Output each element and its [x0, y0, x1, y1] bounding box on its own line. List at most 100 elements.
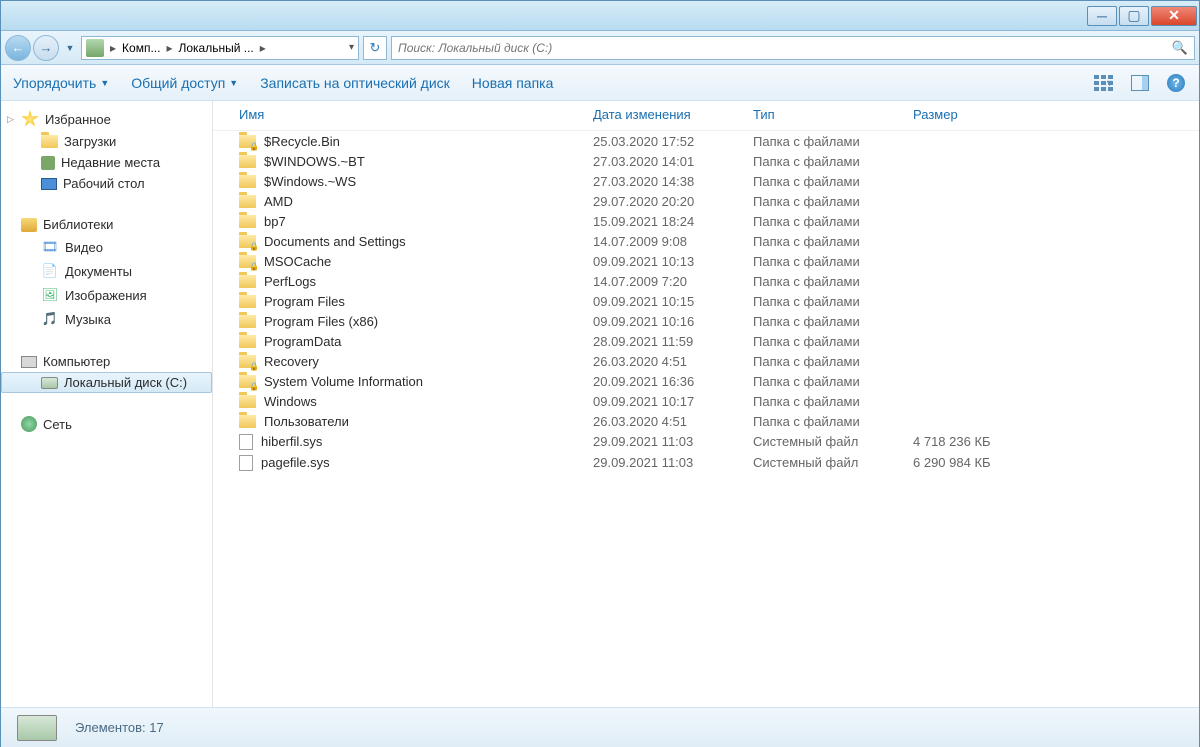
file-name: PerfLogs — [264, 274, 316, 289]
file-row[interactable]: AMD29.07.2020 20:20Папка с файлами — [213, 191, 1199, 211]
file-row[interactable]: ProgramData28.09.2021 11:59Папка с файла… — [213, 331, 1199, 351]
breadcrumb-computer[interactable]: Комп... — [122, 41, 160, 55]
sidebar-favorites-head[interactable]: ▷Избранное — [1, 107, 212, 131]
search-box[interactable]: 🔍 — [391, 36, 1195, 60]
file-row[interactable]: pagefile.sys29.09.2021 11:03Системный фа… — [213, 452, 1199, 473]
navbar: ← → ▼ ▸ Комп... ▸ Локальный ... ▸ ▾ ↻ 🔍 — [1, 31, 1199, 65]
sidebar-computer-head[interactable]: Компьютер — [1, 351, 212, 372]
image-icon: 🖼 — [41, 286, 59, 304]
chevron-down-icon: ▼ — [229, 78, 238, 88]
breadcrumb-drive[interactable]: Локальный ... — [178, 41, 253, 55]
file-type: Папка с файлами — [753, 254, 913, 269]
file-name: AMD — [264, 194, 293, 209]
file-date: 25.03.2020 17:52 — [593, 134, 753, 149]
folder-lock-icon — [239, 355, 256, 368]
sidebar-images[interactable]: 🖼Изображения — [1, 283, 212, 307]
preview-pane-button[interactable] — [1129, 72, 1151, 94]
file-icon — [239, 434, 253, 450]
sidebar-network-head[interactable]: Сеть — [1, 413, 212, 435]
folder-lock-icon — [239, 255, 256, 268]
file-type: Папка с файлами — [753, 214, 913, 229]
file-name: Recovery — [264, 354, 319, 369]
help-icon: ? — [1167, 74, 1185, 92]
column-size[interactable]: Размер — [913, 107, 958, 122]
newfolder-button[interactable]: Новая папка — [472, 75, 554, 91]
nav-back-button[interactable]: ← — [5, 35, 31, 61]
file-type: Папка с файлами — [753, 154, 913, 169]
file-type: Папка с файлами — [753, 394, 913, 409]
file-row[interactable]: System Volume Information20.09.2021 16:3… — [213, 371, 1199, 391]
sidebar-downloads[interactable]: Загрузки — [1, 131, 212, 152]
file-date: 09.09.2021 10:17 — [593, 394, 753, 409]
folder-lock-icon — [239, 135, 256, 148]
file-date: 20.09.2021 16:36 — [593, 374, 753, 389]
minimize-button[interactable]: ─ — [1087, 6, 1117, 26]
file-row[interactable]: $WINDOWS.~BT 27.03.2020 14:01Папка с файл… — [213, 151, 1199, 171]
search-input[interactable] — [398, 41, 1172, 55]
file-list: Имя Дата изменения Тип Размер $Recycle.B… — [213, 101, 1199, 707]
file-date: 14.07.2009 9:08 — [593, 234, 753, 249]
folder-icon — [239, 335, 256, 348]
search-icon[interactable]: 🔍 — [1172, 40, 1188, 56]
file-row[interactable]: Windows09.09.2021 10:17Папка с файлами — [213, 391, 1199, 411]
sidebar-video[interactable]: 🎞Видео — [1, 235, 212, 259]
sidebar-desktop[interactable]: Рабочий стол — [1, 173, 212, 194]
titlebar: ─ ▢ ✕ — [1, 1, 1199, 31]
file-name: $Windows.~WS — [264, 174, 356, 189]
drive-icon — [86, 39, 104, 57]
burn-button[interactable]: Записать на оптический диск — [260, 75, 450, 91]
file-row[interactable]: Documents and Settings14.07.2009 9:08Пап… — [213, 231, 1199, 251]
help-button[interactable]: ? — [1165, 72, 1187, 94]
file-name: hiberfil.sys — [261, 434, 322, 449]
sidebar-drive-c[interactable]: Локальный диск (C:) — [1, 372, 212, 393]
file-row[interactable]: $Recycle.Bin 25.03.2020 17:52Папка с файл… — [213, 131, 1199, 151]
file-row[interactable]: hiberfil.sys29.09.2021 11:03Системный фа… — [213, 431, 1199, 452]
file-type: Папка с файлами — [753, 274, 913, 289]
file-row[interactable]: bp715.09.2021 18:24Папка с файлами — [213, 211, 1199, 231]
nav-forward-button[interactable]: → — [33, 35, 59, 61]
file-date: 15.09.2021 18:24 — [593, 214, 753, 229]
refresh-button[interactable]: ↻ — [363, 36, 387, 60]
library-icon — [21, 218, 37, 232]
file-row[interactable]: MSOCache09.09.2021 10:13Папка с файлами — [213, 251, 1199, 271]
file-row[interactable]: Program Files09.09.2021 10:15Папка с фай… — [213, 291, 1199, 311]
organize-button[interactable]: Упорядочить▼ — [13, 75, 109, 91]
file-type: Папка с файлами — [753, 414, 913, 429]
sidebar-libraries-head[interactable]: Библиотеки — [1, 214, 212, 235]
sidebar-music[interactable]: 🎵Музыка — [1, 307, 212, 331]
file-type: Папка с файлами — [753, 294, 913, 309]
column-date[interactable]: Дата изменения — [593, 107, 753, 122]
file-size: 4 718 236 КБ — [913, 434, 991, 449]
sidebar-recent[interactable]: Недавние места — [1, 152, 212, 173]
file-row[interactable]: $Windows.~WS27.03.2020 14:38Папка с файл… — [213, 171, 1199, 191]
file-name: $Recycle.Bin — [264, 134, 340, 149]
folder-icon — [239, 275, 256, 288]
file-date: 29.07.2020 20:20 — [593, 194, 753, 209]
file-row[interactable]: Recovery26.03.2020 4:51Папка с файлами — [213, 351, 1199, 371]
address-bar[interactable]: ▸ Комп... ▸ Локальный ... ▸ ▾ — [81, 36, 359, 60]
computer-icon — [21, 356, 37, 368]
address-dropdown[interactable]: ▾ — [349, 42, 354, 53]
file-name: Пользователи — [264, 414, 349, 429]
file-row[interactable]: Пользователи26.03.2020 4:51Папка с файла… — [213, 411, 1199, 431]
nav-history-dropdown[interactable]: ▼ — [63, 35, 77, 61]
folder-lock-icon — [239, 235, 256, 248]
file-date: 09.09.2021 10:15 — [593, 294, 753, 309]
column-name[interactable]: Имя — [239, 107, 593, 122]
file-type: Папка с файлами — [753, 234, 913, 249]
folder-icon — [239, 175, 256, 188]
file-name: $WINDOWS.~BT — [264, 154, 365, 169]
chevron-down-icon: ▼ — [100, 78, 109, 88]
file-row[interactable]: PerfLogs14.07.2009 7:20Папка с файлами — [213, 271, 1199, 291]
file-date: 27.03.2020 14:01 — [593, 154, 753, 169]
file-date: 09.09.2021 10:16 — [593, 314, 753, 329]
maximize-button[interactable]: ▢ — [1119, 6, 1149, 26]
share-button[interactable]: Общий доступ▼ — [131, 75, 238, 91]
close-button[interactable]: ✕ — [1151, 6, 1197, 26]
column-type[interactable]: Тип — [753, 107, 913, 122]
toolbar: Упорядочить▼ Общий доступ▼ Записать на о… — [1, 65, 1199, 101]
file-type: Папка с файлами — [753, 134, 913, 149]
file-row[interactable]: Program Files (x86)09.09.2021 10:16Папка… — [213, 311, 1199, 331]
sidebar-documents[interactable]: 📄Документы — [1, 259, 212, 283]
view-mode-button[interactable]: ▼ — [1093, 72, 1115, 94]
